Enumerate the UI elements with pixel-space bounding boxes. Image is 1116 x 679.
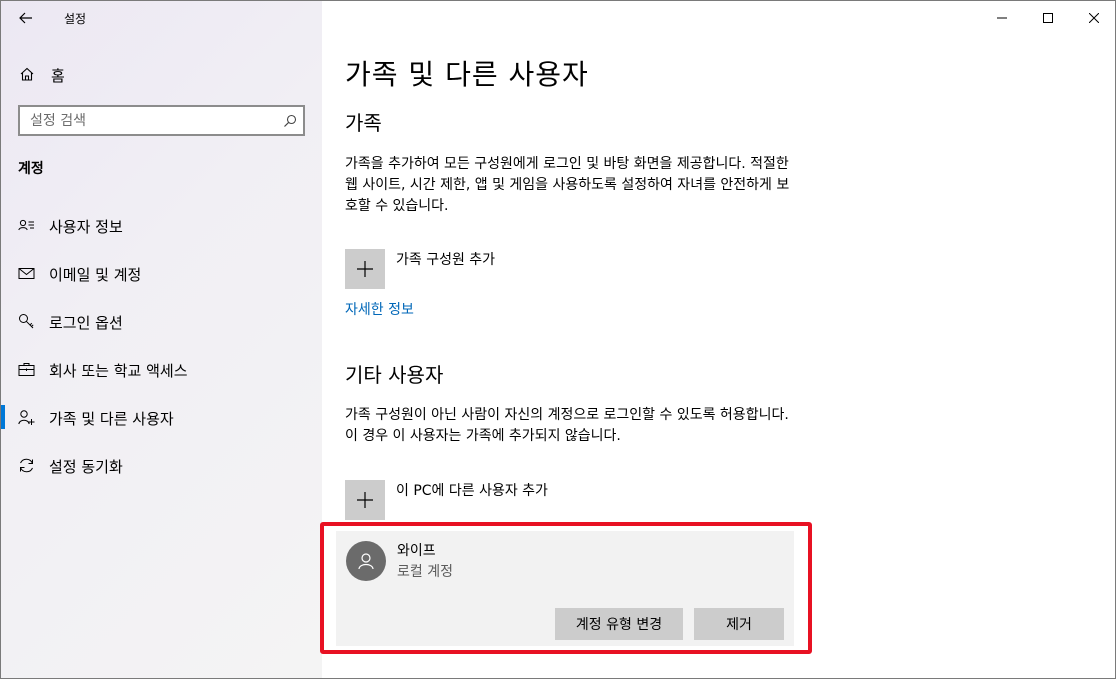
page-title: 가족 및 다른 사용자 (345, 58, 589, 91)
close-icon (1089, 13, 1099, 23)
sidebar-item-label: 사용자 정보 (49, 218, 123, 236)
minimize-button[interactable] (979, 1, 1025, 35)
user-card[interactable]: 와이프 로컬 계정 계정 유형 변경 제거 (336, 531, 794, 646)
other-users-description: 가족 구성원이 아닌 사람이 자신의 계정으로 로그인할 수 있도록 허용합니다… (345, 407, 789, 444)
sidebar-item-sign-in-options[interactable]: 로그인 옵션 (1, 301, 322, 341)
sidebar-item-label: 가족 및 다른 사용자 (49, 410, 174, 428)
close-button[interactable] (1071, 1, 1115, 35)
section-title: 계정 (18, 161, 44, 177)
plus-box (345, 480, 385, 520)
account-type: 로컬 계정 (397, 564, 453, 580)
briefcase-icon (18, 363, 35, 376)
sidebar-item-label: 이메일 및 계정 (49, 266, 142, 284)
mail-icon (18, 268, 35, 279)
family-description: 가족을 추가하여 모든 구성원에게 로그인 및 바탕 화면을 제공합니다. 적절… (345, 156, 790, 214)
sidebar: 설정 홈 계정 사용자 정보 (1, 1, 322, 678)
change-account-type-button[interactable]: 계정 유형 변경 (555, 608, 683, 640)
home-icon (20, 67, 34, 81)
home-label: 홈 (51, 67, 65, 85)
maximize-icon (1043, 13, 1053, 23)
sidebar-item-label: 설정 동기화 (49, 458, 123, 476)
sidebar-item-user-info[interactable]: 사용자 정보 (1, 205, 322, 245)
sidebar-item-label: 로그인 옵션 (49, 314, 123, 332)
person-add-icon (18, 410, 35, 425)
back-button[interactable] (11, 3, 41, 33)
window-controls (979, 1, 1115, 35)
other-users-heading: 기타 사용자 (345, 363, 444, 387)
home-nav-item[interactable]: 홈 (1, 59, 322, 89)
user-name: 와이프 (397, 543, 436, 559)
app-title: 설정 (64, 12, 87, 26)
person-icon (358, 553, 374, 570)
family-heading: 가족 (345, 111, 382, 135)
sync-icon (20, 458, 33, 473)
search-box[interactable] (18, 105, 305, 136)
key-icon (19, 314, 34, 329)
maximize-button[interactable] (1025, 1, 1071, 35)
sidebar-item-family-other-users[interactable]: 가족 및 다른 사용자 (1, 397, 322, 437)
search-icon[interactable] (283, 114, 297, 128)
sidebar-item-sync-settings[interactable]: 설정 동기화 (1, 445, 322, 485)
minimize-icon (997, 17, 1007, 19)
add-other-user-label: 이 PC에 다른 사용자 추가 (396, 483, 548, 499)
main-content: 가족 및 다른 사용자 가족 가족을 추가하여 모든 구성원에게 로그인 및 바… (320, 1, 1115, 678)
sidebar-item-work-school[interactable]: 회사 또는 학교 액세스 (1, 349, 322, 389)
remove-button[interactable]: 제거 (694, 608, 784, 640)
avatar (346, 541, 386, 581)
sidebar-item-email-accounts[interactable]: 이메일 및 계정 (1, 253, 322, 293)
title-bar-left: 설정 (1, 1, 322, 35)
settings-window: 설정 홈 계정 사용자 정보 (0, 0, 1116, 679)
sidebar-item-label: 회사 또는 학교 액세스 (49, 362, 188, 380)
user-info-icon (18, 219, 34, 231)
plus-box (345, 249, 385, 289)
plus-icon (357, 261, 373, 277)
learn-more-link[interactable]: 자세한 정보 (345, 299, 414, 319)
back-arrow-icon (19, 12, 32, 24)
search-input[interactable] (30, 111, 270, 130)
add-family-member-label: 가족 구성원 추가 (396, 252, 496, 268)
plus-icon (357, 492, 373, 508)
